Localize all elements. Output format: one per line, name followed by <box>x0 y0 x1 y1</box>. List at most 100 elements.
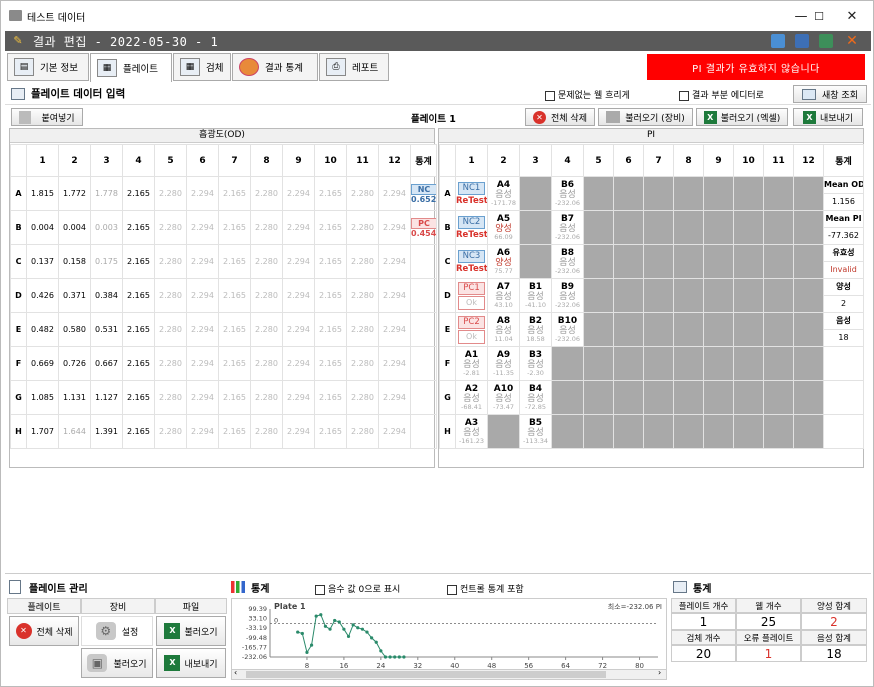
od-cell[interactable]: 1.644 <box>58 414 91 449</box>
pi-empty-well[interactable] <box>763 278 794 313</box>
pi-empty-well[interactable] <box>703 176 734 211</box>
od-cell[interactable]: 2.165 <box>314 346 347 381</box>
od-cell[interactable]: 2.165 <box>314 380 347 415</box>
od-cell[interactable]: 0.371 <box>58 278 91 313</box>
pi-empty-well[interactable] <box>643 278 674 313</box>
include-control-option[interactable]: 컨트롤 통계 포함 <box>447 582 524 595</box>
file-load-button[interactable]: X 불러오기 <box>156 616 226 646</box>
od-cell[interactable]: 2.280 <box>250 210 283 245</box>
od-cell[interactable]: 2.165 <box>218 244 251 279</box>
od-cell[interactable]: 2.280 <box>250 346 283 381</box>
od-cell[interactable]: 2.294 <box>282 176 315 211</box>
od-cell[interactable]: 1.131 <box>58 380 91 415</box>
od-cell[interactable]: 2.280 <box>346 414 379 449</box>
od-cell[interactable]: 2.165 <box>122 278 155 313</box>
pi-sample-well[interactable]: B6 음성 -232.06 <box>551 176 584 211</box>
pi-empty-well[interactable] <box>583 176 614 211</box>
pi-empty-well[interactable] <box>733 210 764 245</box>
device-load-button[interactable]: ▣ 불러오기 <box>81 648 153 678</box>
od-cell[interactable]: 0.004 <box>26 210 59 245</box>
od-cell[interactable]: 0.003 <box>90 210 123 245</box>
od-cell[interactable]: 2.294 <box>186 210 219 245</box>
od-cell[interactable]: 0.667 <box>90 346 123 381</box>
od-cell[interactable]: 0.137 <box>26 244 59 279</box>
od-cell[interactable]: 2.294 <box>378 346 411 381</box>
od-cell[interactable]: 0.669 <box>26 346 59 381</box>
od-cell[interactable]: 2.294 <box>186 380 219 415</box>
od-cell[interactable]: 2.165 <box>122 346 155 381</box>
pi-empty-well[interactable] <box>793 346 824 381</box>
od-cell[interactable]: 2.280 <box>250 244 283 279</box>
pi-sample-well[interactable]: A9 음성 -11.35 <box>487 346 520 381</box>
od-cell[interactable]: 2.280 <box>346 278 379 313</box>
pi-empty-well[interactable] <box>763 176 794 211</box>
od-cell[interactable]: 2.294 <box>378 210 411 245</box>
include-ctrl-checkbox[interactable] <box>447 584 457 595</box>
pi-empty-well[interactable] <box>643 414 674 449</box>
save-as-icon[interactable] <box>819 34 833 48</box>
pi-empty-well[interactable] <box>793 312 824 347</box>
pi-empty-well[interactable] <box>551 380 584 415</box>
new-window-view-button[interactable]: 새창 조회 <box>793 85 867 103</box>
od-cell[interactable]: 0.384 <box>90 278 123 313</box>
od-cell[interactable]: 0.726 <box>58 346 91 381</box>
pi-empty-well[interactable] <box>733 244 764 279</box>
pi-sample-well[interactable]: B3 음성 -2.30 <box>519 346 552 381</box>
close-editor-icon[interactable]: ✕ <box>845 34 859 48</box>
negative-zero-option[interactable]: 음수 값 0으로 표시 <box>315 582 400 595</box>
od-cell[interactable]: 2.165 <box>218 176 251 211</box>
od-cell[interactable]: 2.280 <box>154 312 187 347</box>
od-cell[interactable]: 2.165 <box>122 176 155 211</box>
pi-empty-well[interactable] <box>643 210 674 245</box>
od-cell[interactable]: 2.294 <box>282 278 315 313</box>
pi-empty-well[interactable] <box>643 346 674 381</box>
pi-sample-well[interactable]: A5 양성 66.09 <box>487 210 520 245</box>
od-cell[interactable]: 0.175 <box>90 244 123 279</box>
pi-empty-well[interactable] <box>519 176 552 211</box>
pi-empty-well[interactable] <box>613 414 644 449</box>
od-cell[interactable]: 0.531 <box>90 312 123 347</box>
pi-sample-well[interactable]: A2 음성 -68.41 <box>455 380 488 415</box>
pi-control-well[interactable]: NC2 ReTest <box>455 210 488 245</box>
od-cell[interactable]: 2.165 <box>314 278 347 313</box>
pi-empty-well[interactable] <box>673 278 704 313</box>
pi-empty-well[interactable] <box>673 380 704 415</box>
tab-basic-info[interactable]: ▤ 기본 정보 <box>7 53 89 81</box>
pi-empty-well[interactable] <box>763 346 794 381</box>
pi-empty-well[interactable] <box>643 380 674 415</box>
od-cell[interactable]: 2.294 <box>282 244 315 279</box>
od-cell[interactable]: 2.294 <box>186 312 219 347</box>
od-cell[interactable]: 0.580 <box>58 312 91 347</box>
pi-sample-well[interactable]: B7 음성 -232.06 <box>551 210 584 245</box>
pi-sample-well[interactable]: B10 음성 -232.06 <box>551 312 584 347</box>
od-cell[interactable]: 2.280 <box>346 244 379 279</box>
pi-empty-well[interactable] <box>673 414 704 449</box>
od-cell[interactable]: 2.165 <box>314 312 347 347</box>
pi-empty-well[interactable] <box>703 414 734 449</box>
od-cell[interactable]: 2.280 <box>154 380 187 415</box>
export-button[interactable]: X 내보내기 <box>793 108 863 126</box>
od-cell[interactable]: 1.391 <box>90 414 123 449</box>
od-cell[interactable]: 2.165 <box>218 414 251 449</box>
pi-empty-well[interactable] <box>583 380 614 415</box>
pi-empty-well[interactable] <box>763 414 794 449</box>
pi-empty-well[interactable] <box>703 346 734 381</box>
od-cell[interactable]: 1.127 <box>90 380 123 415</box>
od-cell[interactable]: 2.280 <box>154 210 187 245</box>
od-cell[interactable]: 2.280 <box>346 210 379 245</box>
od-cell[interactable]: 2.280 <box>346 380 379 415</box>
pi-empty-well[interactable] <box>793 210 824 245</box>
od-cell[interactable]: 2.294 <box>282 346 315 381</box>
od-cell[interactable]: 2.294 <box>378 312 411 347</box>
pi-empty-well[interactable] <box>519 244 552 279</box>
pi-empty-well[interactable] <box>733 312 764 347</box>
pi-control-well[interactable]: NC1 ReTest <box>455 176 488 211</box>
od-cell[interactable]: 2.165 <box>314 414 347 449</box>
od-cell[interactable]: 2.294 <box>186 176 219 211</box>
od-cell[interactable]: 2.294 <box>378 244 411 279</box>
pi-empty-well[interactable] <box>733 278 764 313</box>
od-cell[interactable]: 2.280 <box>250 312 283 347</box>
pi-sample-well[interactable]: A3 음성 -161.23 <box>455 414 488 449</box>
od-cell[interactable]: 2.294 <box>378 380 411 415</box>
pi-empty-well[interactable] <box>673 312 704 347</box>
